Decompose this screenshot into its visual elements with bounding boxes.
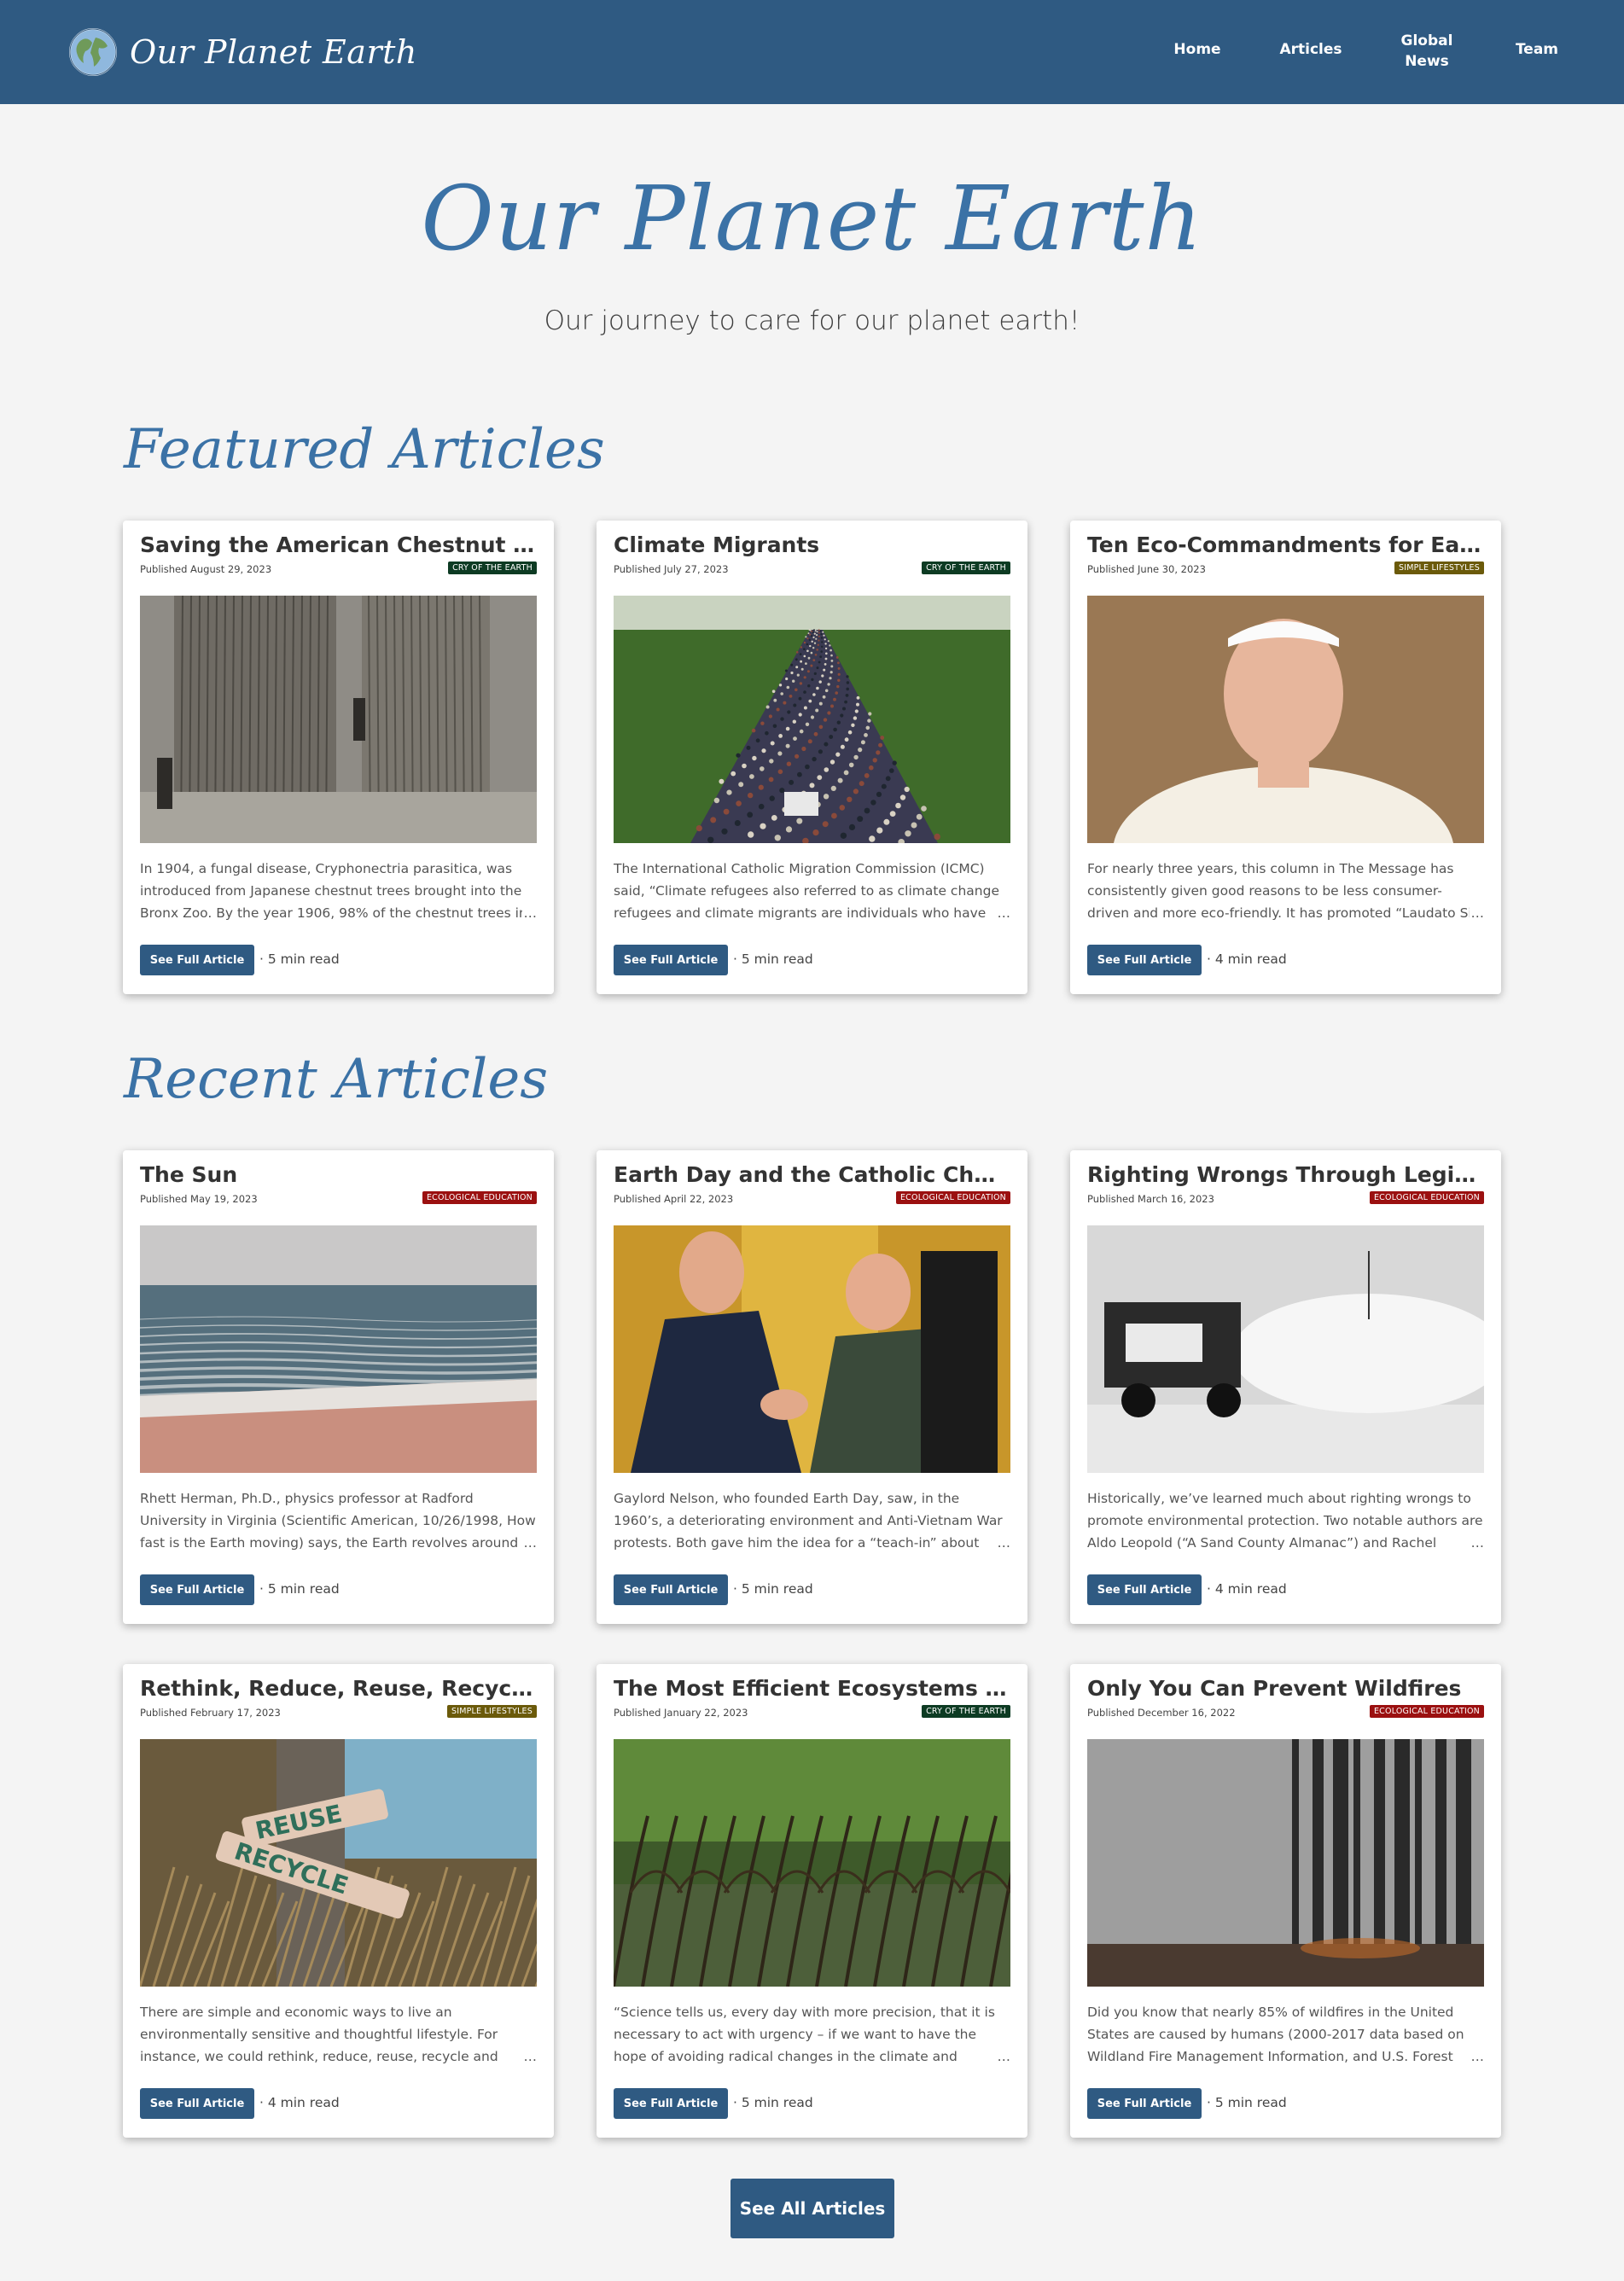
article-date: Published May 19, 2023: [140, 1193, 258, 1205]
mangrove-forest-photo[interactable]: [614, 1739, 1010, 1987]
article-date: Published February 17, 2023: [140, 1707, 281, 1719]
article-excerpt: Historically, we’ve learned much about r…: [1087, 1487, 1484, 1554]
article-excerpt: The International Catholic Migration Com…: [614, 858, 1010, 924]
article-title[interactable]: Only You Can Prevent Wildfires: [1087, 1676, 1484, 1701]
category-badge[interactable]: ECOLOGICAL EDUCATION: [895, 1191, 1010, 1204]
category-badge[interactable]: SIMPLE LIFESTYLES: [447, 1705, 537, 1718]
see-full-article-button[interactable]: See Full Article: [614, 945, 728, 975]
article-card: The Most Efficient Ecosystems for... Publ…: [597, 1664, 1027, 2138]
nav-global-news-link[interactable]: Global News: [1394, 31, 1459, 72]
see-full-article-button[interactable]: See Full Article: [140, 945, 254, 975]
article-date: Published March 16, 2023: [1087, 1193, 1214, 1205]
category-badge[interactable]: SIMPLE LIFESTYLES: [1394, 562, 1484, 574]
see-full-article-button[interactable]: See Full Article: [1087, 1574, 1202, 1605]
category-badge[interactable]: CRY OF THE EARTH: [922, 1705, 1010, 1718]
see-full-article-button[interactable]: See Full Article: [1087, 2088, 1202, 2119]
category-badge[interactable]: ECOLOGICAL EDUCATION: [422, 1191, 537, 1204]
reuse-recycle-sign-photo[interactable]: REUSE RECYCLE: [140, 1739, 537, 1987]
see-all-articles-button[interactable]: See All Articles: [731, 2179, 894, 2238]
article-excerpt: Gaylord Nelson, who founded Earth Day, s…: [614, 1487, 1010, 1554]
read-time: · 5 min read: [733, 1581, 813, 1597]
article-card: Only You Can Prevent Wildfires Published …: [1070, 1664, 1501, 2138]
category-badge[interactable]: CRY OF THE EARTH: [448, 562, 537, 574]
article-excerpt: There are simple and economic ways to li…: [140, 2001, 537, 2068]
read-time: · 5 min read: [259, 951, 340, 967]
article-title[interactable]: Saving the American Chestnut Tree: [140, 532, 537, 557]
article-title[interactable]: The Sun: [140, 1162, 537, 1187]
read-time: · 5 min read: [259, 1581, 340, 1597]
article-card: Climate Migrants Published July 27, 2023 C…: [597, 521, 1027, 994]
hero-subtitle: Our journey to care for our planet earth…: [544, 305, 1080, 336]
nav-team-link[interactable]: Team: [1510, 41, 1563, 58]
article-date: Published August 29, 2023: [140, 563, 272, 575]
article-card: Righting Wrongs Through Legislation Publi…: [1070, 1150, 1501, 1624]
see-full-article-button[interactable]: See Full Article: [1087, 945, 1202, 975]
see-full-article-button[interactable]: See Full Article: [614, 1574, 728, 1605]
see-full-article-button[interactable]: See Full Article: [140, 1574, 254, 1605]
recent-articles-heading: Recent Articles: [124, 1048, 549, 1111]
read-time: · 4 min read: [1207, 1581, 1287, 1597]
article-title[interactable]: Earth Day and the Catholic Church: [614, 1162, 1010, 1187]
article-title[interactable]: Rethink, Reduce, Reuse, Recycle, and...: [140, 1676, 537, 1701]
read-time: · 4 min read: [259, 2095, 340, 2110]
top-navbar: Our Planet Earth Home Articles Global Ne…: [0, 0, 1624, 104]
read-time: · 5 min read: [733, 951, 813, 967]
pope-portrait-photo[interactable]: [1087, 596, 1484, 843]
article-title[interactable]: The Most Efficient Ecosystems for...: [614, 1676, 1010, 1701]
nav-articles-link[interactable]: Articles: [1278, 41, 1343, 58]
article-date: Published April 22, 2023: [614, 1193, 734, 1205]
article-title[interactable]: Climate Migrants: [614, 532, 1010, 557]
ocean-beach-photo[interactable]: [140, 1225, 537, 1473]
ddt-truck-spraying-photo[interactable]: [1087, 1225, 1484, 1473]
article-date: Published January 22, 2023: [614, 1707, 748, 1719]
read-time: · 5 min read: [733, 2095, 813, 2110]
article-excerpt: Rhett Herman, Ph.D., physics professor a…: [140, 1487, 537, 1554]
read-time: · 4 min read: [1207, 951, 1287, 967]
article-date: Published December 16, 2022: [1087, 1707, 1236, 1719]
article-excerpt: “Science tells us, every day with more p…: [614, 2001, 1010, 2068]
handshake-ceremony-photo[interactable]: [614, 1225, 1010, 1473]
brand-link[interactable]: Our Planet Earth: [68, 26, 417, 79]
read-time: · 5 min read: [1207, 2095, 1287, 2110]
article-title[interactable]: Righting Wrongs Through Legislation: [1087, 1162, 1484, 1187]
article-title[interactable]: Ten Eco-Commandments for Earth...: [1087, 532, 1484, 557]
smoky-forest-fire-photo[interactable]: [1087, 1739, 1484, 1987]
brand-name: Our Planet Earth: [130, 33, 417, 71]
article-date: Published July 27, 2023: [614, 563, 729, 575]
see-full-article-button[interactable]: See Full Article: [140, 2088, 254, 2119]
article-excerpt: For nearly three years, this column in T…: [1087, 858, 1484, 924]
globe-icon: [69, 28, 117, 76]
article-date: Published June 30, 2023: [1087, 563, 1206, 575]
migrant-crowd-road-photo[interactable]: [614, 596, 1010, 843]
category-badge[interactable]: CRY OF THE EARTH: [922, 562, 1010, 574]
article-card: Ten Eco-Commandments for Earth... Publish…: [1070, 521, 1501, 994]
category-badge[interactable]: ECOLOGICAL EDUCATION: [1369, 1191, 1484, 1204]
article-card: Earth Day and the Catholic Church Publish…: [597, 1150, 1027, 1624]
article-card: Saving the American Chestnut Tree Publish…: [123, 521, 554, 994]
article-excerpt: In 1904, a fungal disease, Cryphonectria…: [140, 858, 537, 924]
article-card: The Sun Published May 19, 2023 ECOLOGICAL …: [123, 1150, 554, 1624]
featured-articles-heading: Featured Articles: [124, 418, 605, 481]
article-card: Rethink, Reduce, Reuse, Recycle, and... P…: [123, 1664, 554, 2138]
article-excerpt: Did you know that nearly 85% of wildfire…: [1087, 2001, 1484, 2068]
chestnut-tree-forest-photo[interactable]: [140, 596, 537, 843]
category-badge[interactable]: ECOLOGICAL EDUCATION: [1369, 1705, 1484, 1718]
hero-title: Our Planet Earth: [421, 166, 1203, 271]
see-full-article-button[interactable]: See Full Article: [614, 2088, 728, 2119]
nav-home-link[interactable]: Home: [1169, 41, 1225, 58]
